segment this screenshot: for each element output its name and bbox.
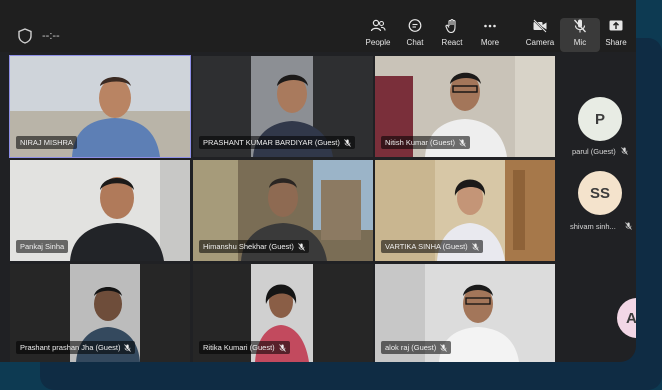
mic-button[interactable]: Mic bbox=[560, 18, 600, 52]
participant-label-parul: parul (Guest) bbox=[572, 147, 616, 156]
mic-muted-icon bbox=[625, 222, 632, 230]
video-tile-himanshu-shekhar[interactable]: Himanshu Shekhar (Guest) bbox=[193, 160, 373, 261]
mic-muted-icon bbox=[124, 343, 132, 352]
participant-name-tag: VARTIKA SINHA (Guest) bbox=[381, 240, 483, 253]
avatar-initials: A bbox=[626, 309, 636, 327]
video-tile-prashant-kumar-bardiyar[interactable]: PRASHANT KUMAR BARDIYAR (Guest) bbox=[193, 56, 373, 157]
participant-name-tag: NIRAJ MISHRA bbox=[16, 136, 77, 149]
avatar-initials: SS bbox=[589, 184, 610, 202]
participant-name-tag: alok raj (Guest) bbox=[381, 341, 452, 354]
mic-muted-icon bbox=[278, 343, 286, 352]
participant-name-tag: Ritika Kumari (Guest) bbox=[199, 341, 290, 354]
camera-label: Camera bbox=[525, 38, 555, 47]
mic-muted-icon bbox=[440, 343, 448, 352]
participant-name: Ritika Kumari (Guest) bbox=[203, 343, 275, 352]
participant-name-tag: Nitish Kumar (Guest) bbox=[381, 136, 471, 149]
participant-avatar-partial[interactable]: A bbox=[617, 298, 636, 338]
participant-avatar-parul[interactable]: P bbox=[578, 97, 622, 141]
video-tile-prashant-prashan-jha[interactable]: Prashant prashan Jha (Guest) bbox=[10, 264, 190, 362]
share-button[interactable]: Share bbox=[596, 18, 636, 52]
participant-name: PRASHANT KUMAR BARDIYAR (Guest) bbox=[203, 138, 340, 147]
mic-muted-icon bbox=[459, 138, 466, 147]
video-tile-vartika-sinha[interactable]: VARTIKA SINHA (Guest) bbox=[375, 160, 555, 261]
video-tile-niraj-mishra[interactable]: NIRAJ MISHRA bbox=[9, 55, 191, 158]
meeting-toolbar: --:-- People Chat React More Camera Mic … bbox=[0, 0, 636, 52]
participant-name-tag: PRASHANT KUMAR BARDIYAR (Guest) bbox=[199, 136, 355, 149]
participant-name: Himanshu Shekhar (Guest) bbox=[203, 242, 294, 251]
mic-off-icon bbox=[574, 19, 586, 33]
camera-off-icon bbox=[533, 19, 547, 33]
avatar-initials: P bbox=[594, 110, 605, 128]
more-button[interactable]: More bbox=[470, 18, 510, 52]
mic-muted-icon bbox=[298, 242, 305, 251]
react-button[interactable]: React bbox=[432, 18, 472, 52]
participant-name-tag: Himanshu Shekhar (Guest) bbox=[199, 240, 309, 253]
shield-icon bbox=[18, 28, 32, 44]
meeting-window: --:-- People Chat React More Camera Mic … bbox=[0, 0, 636, 362]
video-tile-pankaj-sinha[interactable]: Pankaj Sinha bbox=[10, 160, 190, 261]
mic-muted-icon bbox=[344, 138, 351, 147]
mic-muted-icon bbox=[621, 147, 628, 155]
chat-icon bbox=[408, 19, 422, 32]
participant-name: alok raj (Guest) bbox=[385, 343, 437, 352]
mic-label: Mic bbox=[573, 38, 587, 47]
meeting-timer: --:-- bbox=[42, 30, 60, 42]
more-icon bbox=[484, 24, 496, 28]
more-label: More bbox=[480, 38, 500, 47]
chat-button[interactable]: Chat bbox=[395, 18, 435, 52]
people-icon bbox=[370, 19, 386, 32]
hand-icon bbox=[445, 18, 456, 34]
people-button[interactable]: People bbox=[358, 18, 398, 52]
share-label: Share bbox=[605, 38, 627, 47]
participant-avatar-shivam[interactable]: SS bbox=[578, 171, 622, 215]
participant-name: Pankaj Sinha bbox=[20, 242, 65, 251]
video-tile-alok-raj[interactable]: alok raj (Guest) bbox=[375, 264, 555, 362]
video-tile-ritika-kumari[interactable]: Ritika Kumari (Guest) bbox=[193, 264, 373, 362]
participant-name: NIRAJ MISHRA bbox=[20, 138, 73, 147]
participant-name: Prashant prashan Jha (Guest) bbox=[20, 343, 121, 352]
video-tile-nitish-kumar[interactable]: Nitish Kumar (Guest) bbox=[375, 56, 555, 157]
chat-label: Chat bbox=[406, 38, 424, 47]
participant-name-tag: Prashant prashan Jha (Guest) bbox=[16, 341, 136, 354]
people-label: People bbox=[365, 38, 391, 47]
participant-name: Nitish Kumar (Guest) bbox=[385, 138, 456, 147]
participant-name: VARTIKA SINHA (Guest) bbox=[385, 242, 468, 251]
share-icon bbox=[609, 20, 623, 31]
participant-name-tag: Pankaj Sinha bbox=[16, 240, 69, 253]
participant-label-shivam: shivam sinh... bbox=[570, 222, 616, 231]
react-label: React bbox=[441, 38, 463, 47]
mic-muted-icon bbox=[471, 242, 479, 251]
camera-button[interactable]: Camera bbox=[520, 18, 560, 52]
